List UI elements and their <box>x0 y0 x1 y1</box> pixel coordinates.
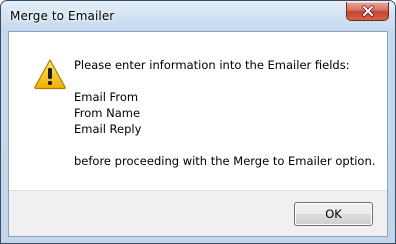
button-bar: OK <box>9 190 387 236</box>
ok-button[interactable]: OK <box>294 202 373 226</box>
message-intro: Please enter information into the Emaile… <box>74 58 350 72</box>
field-email-reply: Email Reply <box>74 122 142 136</box>
close-button[interactable] <box>346 2 389 21</box>
message-outro: before proceeding with the Merge to Emai… <box>74 154 376 168</box>
message-text: Please enter information into the Emaile… <box>74 57 375 169</box>
window-title: Merge to Emailer <box>10 9 115 23</box>
message-spacer <box>74 137 375 153</box>
dialog-window: Merge to Emailer Please enter informatio… <box>0 0 396 244</box>
warning-icon <box>34 59 66 90</box>
message-spacer <box>74 73 375 89</box>
title-bar[interactable]: Merge to Emailer <box>1 1 395 31</box>
close-icon <box>362 5 374 17</box>
field-from-name: From Name <box>74 106 141 120</box>
dialog-content: Please enter information into the Emaile… <box>9 32 387 190</box>
field-email-from: Email From <box>74 90 139 104</box>
dialog-frame: Please enter information into the Emaile… <box>8 31 388 237</box>
